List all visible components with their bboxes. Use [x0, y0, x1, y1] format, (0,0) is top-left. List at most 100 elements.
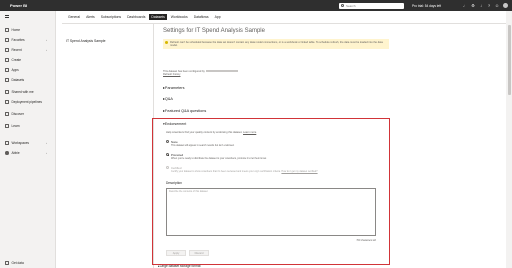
help-text: Help coworkers find your quality content… — [166, 131, 243, 134]
description-placeholder: Describe the contents of this dataset — [169, 190, 208, 193]
help-icon[interactable]: ? — [487, 3, 491, 8]
nav-label: Abbie — [11, 151, 20, 155]
nav-label: Workspaces — [11, 141, 29, 145]
nav-label: Favorites — [11, 38, 25, 42]
description-textarea[interactable]: Describe the contents of this dataset — [166, 188, 376, 236]
nav-label: Home — [11, 28, 21, 32]
workspaces-icon — [5, 141, 9, 145]
tab-datasets[interactable]: Datasets — [149, 14, 167, 20]
nav-item-discover[interactable]: Discover — [5, 110, 24, 118]
nav-item-recent[interactable]: Recent — [5, 46, 22, 54]
endorsement-section: ▾Endorsement Help coworkers find your qu… — [152, 118, 390, 265]
notice-text: Refresh can't be scheduled because the d… — [170, 40, 383, 47]
tab-dashboards[interactable]: Dashboards — [125, 14, 147, 20]
section-label: Endorsement — [164, 122, 187, 126]
radio-text: Promoted When you're ready to distribute… — [171, 153, 267, 160]
nav-item-shared[interactable]: Shared with me — [5, 88, 34, 96]
section-endorsement[interactable]: ▾Endorsement — [163, 122, 186, 126]
chevron-right-icon[interactable]: › — [46, 141, 47, 145]
apps-icon — [5, 68, 9, 72]
radio-text: Certified Certify your dataset to show c… — [171, 166, 318, 173]
nav-item-workspace-current[interactable]: Abbie — [5, 149, 20, 157]
nav-label: Datasets — [11, 78, 25, 82]
gear-icon[interactable]: ⚙ — [471, 3, 475, 8]
menu-icon[interactable] — [5, 15, 9, 18]
section-label: Q&A — [164, 97, 173, 101]
nav-label: Discover — [11, 112, 24, 116]
radio-button-disabled — [166, 166, 169, 170]
nav-item-datasets[interactable]: Datasets — [5, 76, 24, 84]
nav-item-create[interactable]: Create — [5, 56, 21, 64]
dataset-list: IT Spend Analysis Sample — [62, 23, 154, 268]
clock-icon — [5, 48, 9, 52]
refresh-history-link[interactable]: Refresh history — [163, 73, 180, 76]
radio-desc: Certify your dataset to show coworkers t… — [171, 170, 318, 173]
nav-item-pipelines[interactable]: Deployment pipelines — [5, 98, 42, 106]
settings-panel: Settings for IT Spend Analysis Sample Re… — [163, 28, 389, 113]
nav-label: Shared with me — [11, 90, 34, 94]
section-featured-qa[interactable]: ▸Featured Q&A questions — [163, 108, 206, 113]
tab-subscriptions[interactable]: Subscriptions — [99, 14, 123, 20]
radio-certified: Certified Certify your dataset to show c… — [166, 166, 318, 173]
get-data-button[interactable]: Get data — [5, 261, 24, 265]
search-placeholder: Search — [346, 3, 356, 8]
page-title: Settings for IT Spend Analysis Sample — [163, 28, 265, 34]
discard-button[interactable]: Discard — [189, 250, 209, 256]
chevron-right-icon[interactable]: › — [46, 38, 47, 42]
app-launcher-icon[interactable] — [3, 4, 6, 7]
share-icon — [5, 90, 9, 94]
scrollbar[interactable] — [506, 11, 512, 268]
app-bar: Power BI Search Pro trial: 54 days left … — [0, 0, 512, 11]
nav-item-favorites[interactable]: Favorites — [5, 36, 25, 44]
nav-label: Deployment pipelines — [11, 100, 42, 104]
radio-promoted[interactable]: Promoted When you're ready to distribute… — [166, 153, 267, 160]
nav-item-apps[interactable]: Apps — [5, 66, 19, 74]
radio-none[interactable]: None This dataset will appear in search … — [166, 140, 234, 147]
trial-status: Pro trial: 54 days left — [412, 3, 442, 8]
chevron-right-icon[interactable]: › — [46, 48, 47, 52]
search-input[interactable]: Search — [339, 2, 404, 9]
tab-dataflows[interactable]: Dataflows — [192, 14, 211, 20]
owner-email-link[interactable] — [205, 70, 238, 73]
configured-by: This dataset has been configured by Refr… — [163, 70, 238, 77]
nav-label: Learn — [11, 124, 20, 128]
home-icon — [5, 28, 9, 32]
get-data-icon — [5, 261, 9, 265]
tab-alerts[interactable]: Alerts — [84, 14, 97, 20]
book-icon — [5, 124, 9, 128]
radio-desc: This dataset will appear in search resul… — [171, 144, 235, 147]
section-label: Featured Q&A questions — [164, 109, 207, 113]
nav-item-learn[interactable]: Learn — [5, 122, 20, 130]
refresh-notice: Refresh can't be scheduled because the d… — [163, 39, 389, 49]
compass-icon — [5, 112, 9, 116]
section-label: Parameters — [164, 86, 185, 90]
notifications-icon[interactable]: ♩ — [463, 3, 467, 8]
workspace-icon — [5, 151, 9, 155]
description-label: Description — [166, 181, 182, 185]
radio-desc-text: Certify your dataset to show coworkers t… — [171, 170, 281, 173]
radio-button[interactable] — [166, 140, 169, 144]
feedback-icon[interactable]: ☺ — [495, 3, 499, 8]
chevron-right-icon[interactable]: › — [46, 151, 47, 155]
get-data-label: Get data — [11, 261, 24, 265]
dataset-item-selected[interactable]: IT Spend Analysis Sample — [66, 39, 106, 43]
nav-item-home[interactable]: Home — [5, 26, 20, 34]
certify-help-link[interactable]: How do I get my dataset certified? — [281, 170, 317, 173]
endorsement-help: Help coworkers find your quality content… — [166, 131, 256, 134]
tab-app[interactable]: App — [213, 14, 223, 20]
scrollbar-thumb[interactable] — [507, 25, 511, 95]
radio-button-selected[interactable] — [166, 153, 169, 157]
settings-tabs: General Alerts Subscriptions Dashboards … — [66, 14, 225, 20]
avatar[interactable] — [503, 2, 508, 8]
tab-general[interactable]: General — [66, 14, 82, 20]
top-icons: ♩ ⚙ ↓ ? ☺ — [463, 2, 508, 8]
learn-more-link[interactable]: Learn more — [243, 131, 256, 134]
section-large-format[interactable]: ▸Large dataset storage format — [158, 264, 201, 268]
section-qa[interactable]: ▸Q&A — [163, 96, 173, 101]
apply-button[interactable]: Apply — [166, 250, 186, 256]
nav-item-workspaces[interactable]: Workspaces — [5, 139, 29, 147]
radio-text: None This dataset will appear in search … — [171, 140, 234, 147]
section-parameters[interactable]: ▸Parameters — [163, 85, 185, 90]
tab-workbooks[interactable]: Workbooks — [169, 14, 190, 20]
download-icon[interactable]: ↓ — [479, 3, 483, 8]
